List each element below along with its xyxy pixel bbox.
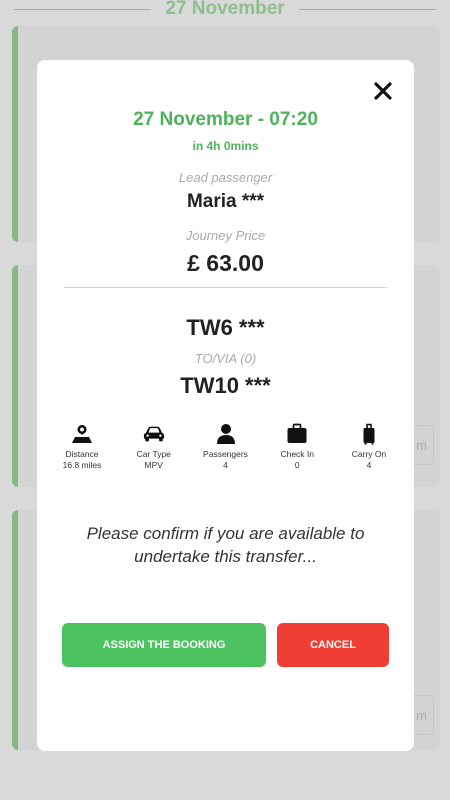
via-label: TO/VIA (0) [194,351,257,366]
person-icon [216,424,235,444]
journey-price: £ 63.00 [187,250,264,276]
stat-label: Car Type [136,449,171,459]
stat-value: MPV [144,460,163,470]
car-icon [143,426,164,442]
stat-label: Passengers [203,449,248,459]
booking-countdown: in 4h 0mins [192,139,259,153]
stat-value: 4 [223,460,228,470]
stat-value: 4 [366,460,372,470]
screen: 27 November m m 27 November - 07:20 in 4… [0,0,450,800]
stat-check-in: Check In 0 [262,423,332,471]
stat-label: Carry On [351,449,387,459]
header-line-right [298,8,436,10]
divider [64,287,387,288]
journey-stats: Distance 16.8 miles Car Type MPV Passeng… [47,423,404,471]
stat-value: 16.8 miles [62,460,102,470]
header-line-left [14,8,152,10]
cancel-button[interactable]: CANCEL [277,623,389,667]
lead-passenger-label: Lead passenger [178,170,273,185]
booking-datetime: 27 November - 07:20 [133,109,318,130]
stat-passengers: Passengers 4 [191,423,261,471]
close-button[interactable] [370,78,396,104]
lead-passenger-name: Maria *** [186,191,265,212]
carry-on-icon [363,423,375,445]
suitcase-icon [287,423,307,443]
confirm-message: Please confirm if you are available to u… [86,524,365,566]
stat-carry-on: Carry On 4 [334,423,404,471]
stat-label: Distance [65,449,99,459]
map-pin-icon [72,425,92,443]
stat-car-type: Car Type MPV [119,423,189,471]
booking-modal: 27 November - 07:20 in 4h 0mins Lead pas… [37,60,414,751]
journey-price-label: Journey Price [185,228,266,243]
stat-label: Check In [280,449,315,459]
assign-booking-button[interactable]: ASSIGN THE BOOKING [62,623,266,667]
close-icon [374,82,392,100]
date-header: 27 November [0,0,450,22]
stat-value: 0 [294,460,300,470]
pickup-postcode: TW6 *** [186,315,265,340]
date-header-text: 27 November [165,0,285,19]
stat-distance: Distance 16.8 miles [47,423,117,471]
dropoff-postcode: TW10 *** [180,373,271,398]
